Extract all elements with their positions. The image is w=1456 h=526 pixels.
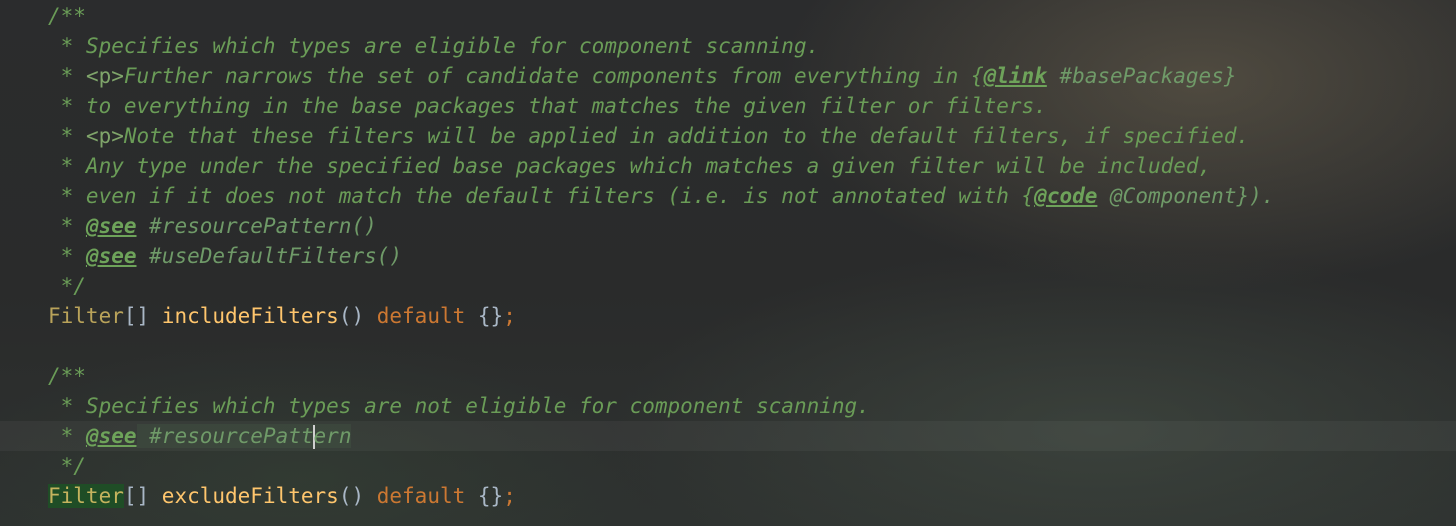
code-line-exclude-filters: Filter[] excludeFilters() default {}; xyxy=(48,484,516,508)
javadoc-line: * Specifies which types are not eligible… xyxy=(48,394,870,418)
javadoc-tag[interactable]: @code xyxy=(1034,184,1097,208)
type-name-highlighted[interactable]: Filter xyxy=(48,484,124,508)
javadoc-open: /** xyxy=(48,364,86,388)
javadoc-line: * Specifies which types are eligible for… xyxy=(48,34,820,58)
javadoc-close: */ xyxy=(48,454,86,478)
code-line-include-filters: Filter[] includeFilters() default {}; xyxy=(48,304,516,328)
javadoc-tag[interactable]: @see xyxy=(86,244,137,268)
keyword: default xyxy=(376,304,466,328)
method-name[interactable]: excludeFilters xyxy=(162,484,339,508)
javadoc-open: /** xyxy=(48,4,86,28)
javadoc-see-line: * @see #resourcePattern() xyxy=(48,214,377,238)
javadoc-reference[interactable]: #basePackages} xyxy=(1047,64,1236,88)
javadoc-line: * to everything in the base packages tha… xyxy=(48,94,1047,118)
javadoc-tag[interactable]: @see xyxy=(86,424,137,448)
html-tag: <p> xyxy=(85,124,124,148)
javadoc-line: * <p>Note that these filters will be app… xyxy=(48,124,1250,148)
javadoc-reference[interactable]: #resourcePattern xyxy=(136,424,352,449)
javadoc-tag[interactable]: @see xyxy=(86,214,137,238)
keyword: default xyxy=(376,484,466,508)
javadoc-see-line: * @see #useDefaultFilters() xyxy=(48,244,403,268)
method-name[interactable]: includeFilters xyxy=(162,304,339,328)
javadoc-tag[interactable]: @link xyxy=(984,64,1047,88)
javadoc-see-line: * @see #resourcePattern xyxy=(48,424,352,449)
type-name[interactable]: Filter xyxy=(48,304,124,328)
javadoc-close: */ xyxy=(48,274,86,298)
javadoc-reference[interactable]: #useDefaultFilters() xyxy=(137,244,402,268)
javadoc-line: * even if it does not match the default … xyxy=(48,184,1275,208)
javadoc-reference[interactable]: #resourcePattern() xyxy=(137,214,377,238)
javadoc-line: * <p>Further narrows the set of candidat… xyxy=(48,64,1237,88)
javadoc-reference[interactable]: @Component}). xyxy=(1097,184,1274,208)
javadoc-line: * Any type under the specified base pack… xyxy=(48,154,1212,178)
code-editor[interactable]: /** * Specifies which types are eligible… xyxy=(0,0,1456,526)
html-tag: <p> xyxy=(85,64,124,88)
